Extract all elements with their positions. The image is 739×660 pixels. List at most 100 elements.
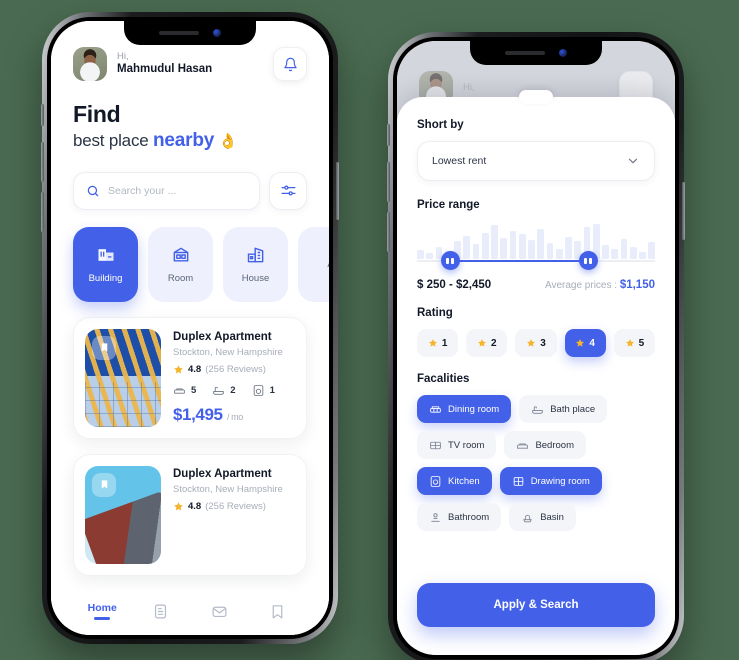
rating-chip-3[interactable]: 3 <box>515 329 557 357</box>
sofa-icon <box>430 405 441 413</box>
histogram-bar <box>491 225 498 259</box>
power-button[interactable] <box>682 182 685 240</box>
tv-icon <box>430 441 441 449</box>
category-label: Building <box>88 272 123 284</box>
filter-button[interactable] <box>269 171 307 210</box>
facility-chip-dining-room[interactable]: Dining room <box>417 395 512 423</box>
category-chip-apartment[interactable]: A <box>298 226 329 302</box>
facility-chip-basin[interactable]: Basin <box>509 503 576 531</box>
facility-chip-bathroom[interactable]: Bathroom <box>417 503 502 531</box>
listing-title: Duplex Apartment <box>173 467 272 480</box>
facility-chip-label: Drawing room <box>530 475 590 487</box>
category-label: Room <box>167 272 194 284</box>
search-input[interactable] <box>108 184 247 197</box>
category-chip-building[interactable]: Building <box>73 226 138 302</box>
bookmark-button[interactable] <box>92 335 116 360</box>
category-chip-room[interactable]: Room <box>148 226 213 302</box>
headline-line-1: Find <box>73 101 121 127</box>
facility-chip-label: Bath place <box>550 403 596 415</box>
average-price-label: Average prices : <box>544 280 620 291</box>
category-chip-list[interactable]: Building Room House <box>73 226 329 302</box>
home-screen: Hi, Mahmudul Hasan Find best place nearb… <box>51 21 329 635</box>
phone-bezel: Hi, Short by Lowest rent Price range $ 2… <box>393 37 679 659</box>
facility-chip-tv-room[interactable]: TV room <box>417 431 497 459</box>
rating-chip-label: 4 <box>589 337 595 349</box>
facility-chip-bath-place[interactable]: Bath place <box>519 395 608 423</box>
histogram-bar <box>537 229 544 259</box>
histogram-bar <box>555 248 563 259</box>
histogram-bar <box>528 239 535 259</box>
slider-handle-min[interactable] <box>440 251 460 270</box>
slider-handle-max[interactable] <box>578 251 598 270</box>
power-button[interactable] <box>336 162 339 220</box>
star-icon <box>174 501 183 511</box>
bottom-navigation[interactable]: Home <box>51 591 329 635</box>
listing-info: Duplex Apartment Stockton, New Hampshire… <box>173 329 295 427</box>
listing-card[interactable]: Duplex Apartment Stockton, New Hampshire… <box>73 316 307 439</box>
listing-specs: 5 2 1 <box>173 384 295 397</box>
rating-chip-2[interactable]: 2 <box>466 329 508 357</box>
tab-messages[interactable] <box>190 603 249 620</box>
headline-line-2: best place nearby 👌 <box>73 128 307 155</box>
front-camera <box>213 29 221 37</box>
volume-up-button[interactable] <box>41 142 44 182</box>
phone-bezel: Hi, Mahmudul Hasan Find best place nearb… <box>47 17 333 639</box>
listing-card[interactable]: Duplex Apartment Stockton, New Hampshire… <box>73 453 307 576</box>
volume-up-button[interactable] <box>387 162 390 202</box>
listing-rating: 4.8 (256 Reviews) <box>173 364 295 375</box>
histogram-bar <box>417 250 424 259</box>
tab-saved[interactable] <box>249 603 308 620</box>
listing-thumbnail <box>85 465 161 564</box>
histogram-bar <box>602 245 609 259</box>
sheet-drag-handle[interactable] <box>519 90 553 104</box>
star-icon <box>527 339 536 347</box>
home-scroll-area[interactable]: Hi, Mahmudul Hasan Find best place nearb… <box>51 21 329 591</box>
facility-chip-drawing-room[interactable]: Drawing room <box>499 467 602 495</box>
tab-documents[interactable] <box>132 603 191 620</box>
shower-icon <box>431 512 440 522</box>
bathtub-icon <box>532 405 544 414</box>
search-box[interactable] <box>73 171 260 210</box>
silence-switch[interactable] <box>387 124 390 146</box>
avatar[interactable] <box>73 47 107 81</box>
phone-right: Hi, Short by Lowest rent Price range $ 2… <box>387 32 685 660</box>
facility-chip-label: Kitchen <box>448 475 480 487</box>
home-header: Hi, Mahmudul Hasan <box>73 47 307 81</box>
page-title: Find best place nearby 👌 <box>73 101 307 155</box>
histogram-bar <box>500 238 507 259</box>
spec-baths: 2 <box>212 384 236 397</box>
star-icon <box>576 339 585 347</box>
star-icon <box>625 339 634 347</box>
volume-down-button[interactable] <box>387 212 390 252</box>
apply-search-button[interactable]: Apply & Search <box>417 583 655 627</box>
facility-chip-list[interactable]: Dining room Bath place TV room Bedroom Kitch… <box>417 395 655 531</box>
rating-chip-list[interactable]: 1 2 3 4 5 <box>417 329 656 357</box>
rating-chip-4[interactable]: 4 <box>564 329 606 357</box>
tab-home[interactable]: Home <box>73 602 132 620</box>
rating-chip-1[interactable]: 1 <box>417 329 459 357</box>
bookmark-button[interactable] <box>92 472 116 497</box>
notification-button[interactable] <box>273 47 307 81</box>
volume-down-button[interactable] <box>41 192 44 232</box>
listing-address: Stockton, New Hampshire <box>173 346 283 358</box>
facility-chip-kitchen[interactable]: Kitchen <box>417 467 492 495</box>
sort-select[interactable]: Lowest rent <box>417 141 655 181</box>
search-row <box>73 171 307 210</box>
price-range-slider[interactable] <box>417 223 655 277</box>
histogram-bar <box>565 236 572 259</box>
silence-switch[interactable] <box>41 104 44 126</box>
star-icon <box>478 339 486 347</box>
listing-address: Stockton, New Hampshire <box>173 483 283 495</box>
histogram-bar <box>629 247 637 259</box>
bookmark-icon <box>272 604 283 618</box>
category-chip-house[interactable]: House <box>223 226 288 302</box>
slider-selected-range <box>450 259 589 262</box>
rating-chip-5[interactable]: 5 <box>613 329 656 357</box>
facility-chip-label: Dining room <box>448 403 500 415</box>
user-name: Mahmudul Hasan <box>117 63 213 76</box>
headline-accent: nearby <box>153 130 215 152</box>
active-tab-indicator <box>94 617 111 620</box>
facility-chip-bedroom[interactable]: Bedroom <box>504 431 586 459</box>
spec-value: 5 <box>191 384 197 396</box>
histogram-bar <box>426 253 433 259</box>
